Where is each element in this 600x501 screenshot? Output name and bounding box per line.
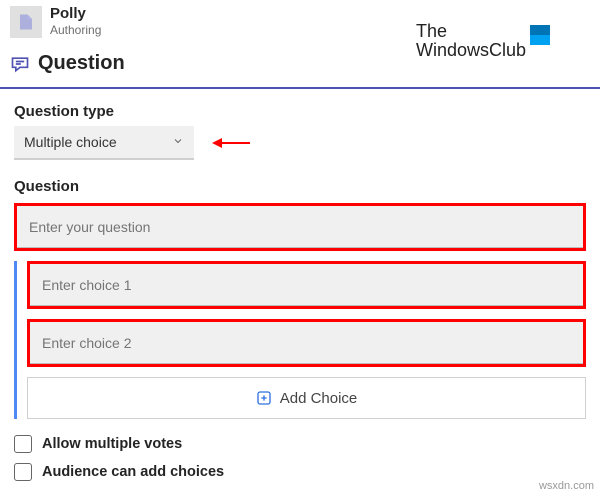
question-type-dropdown[interactable]: Multiple choice (14, 126, 194, 160)
options-block: Allow multiple votes Audience can add ch… (14, 435, 586, 481)
app-name: Polly (50, 6, 101, 23)
brand-line2: WindowsClub (416, 41, 526, 60)
choice-input-highlight (27, 319, 586, 367)
plus-icon (256, 390, 272, 406)
section-title: Question (38, 52, 125, 75)
audience-can-add-label: Audience can add choices (42, 464, 224, 480)
add-choice-button[interactable]: Add Choice (27, 377, 586, 419)
brand-line1: The (416, 22, 526, 41)
add-choice-label: Add Choice (280, 390, 358, 407)
question-icon (10, 54, 30, 74)
polly-logo-icon (17, 13, 35, 31)
audience-can-add-checkbox[interactable] (14, 463, 32, 481)
question-input-highlight (14, 203, 586, 251)
brand-text: The WindowsClub (416, 22, 526, 60)
choice-input-highlight (27, 261, 586, 309)
question-label: Question (14, 178, 586, 195)
watermark: wsxdn.com (539, 480, 594, 492)
brand-logo-icon (530, 25, 550, 45)
app-meta: Polly Authoring (50, 6, 101, 37)
choices-column: Add Choice (27, 261, 586, 419)
brand-logo-block: The WindowsClub (416, 22, 550, 60)
app-icon (10, 6, 42, 38)
option-row-allow-multiple: Allow multiple votes (14, 435, 586, 453)
question-type-label: Question type (14, 103, 586, 120)
choices-accent-bar (14, 261, 17, 419)
annotation-arrow (212, 138, 250, 148)
allow-multiple-votes-checkbox[interactable] (14, 435, 32, 453)
question-type-value: Multiple choice (24, 134, 117, 150)
choices-wrap: Add Choice (14, 261, 586, 419)
question-input[interactable] (17, 206, 583, 248)
allow-multiple-votes-label: Allow multiple votes (42, 436, 182, 452)
form-content: Question type Multiple choice Question (0, 89, 600, 501)
option-row-audience-add: Audience can add choices (14, 463, 586, 481)
choice-input-2[interactable] (30, 322, 583, 364)
chevron-down-icon (172, 134, 184, 150)
app-subtitle: Authoring (50, 23, 101, 37)
choice-input-1[interactable] (30, 264, 583, 306)
